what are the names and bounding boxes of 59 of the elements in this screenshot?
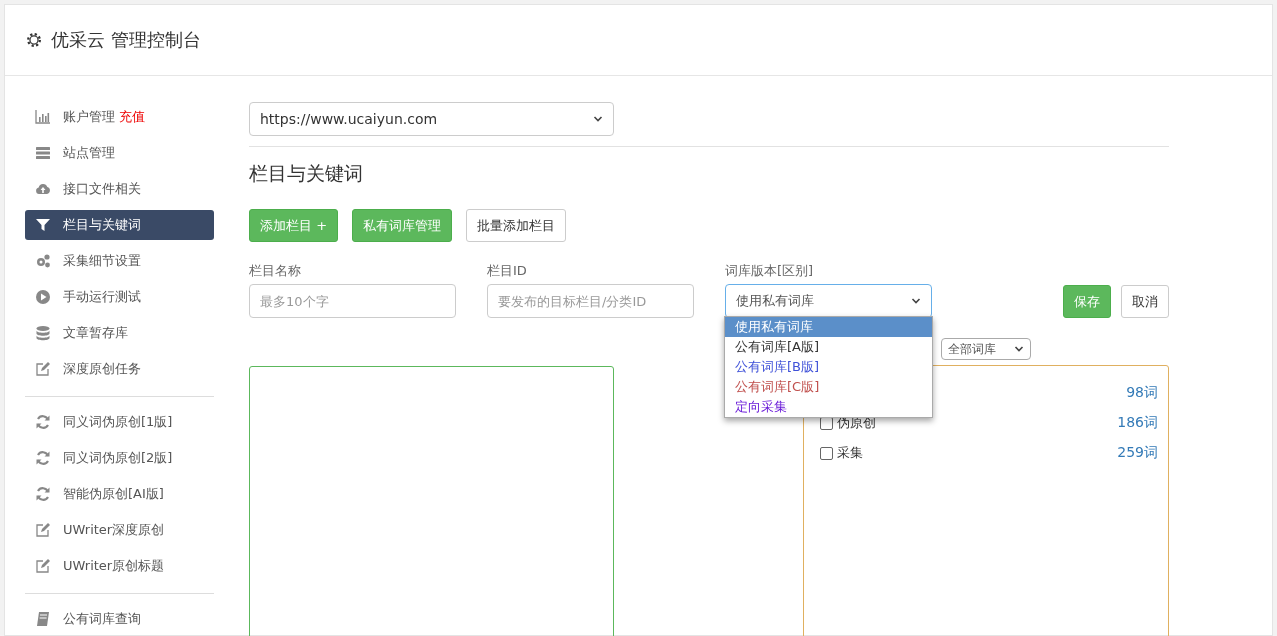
sidebar-item[interactable]: 账户管理 充值 (25, 102, 214, 132)
menu-item-icon (35, 522, 51, 538)
menu-item-icon (35, 145, 51, 161)
menu-item-icon (35, 217, 51, 233)
sidebar-item[interactable]: 同义词伪原创[2版] (25, 443, 214, 473)
version-select[interactable]: 使用私有词库 (725, 284, 932, 318)
checkbox[interactable] (820, 446, 833, 460)
option-label: 公有词库[B版] (735, 359, 820, 374)
app-title: 优采云 管理控制台 (51, 28, 201, 52)
library-filter-select[interactable]: 全部词库 (941, 338, 1031, 360)
dropdown-option[interactable]: 定向采集 (725, 397, 932, 417)
library-name: 采集 (837, 444, 863, 462)
site-select[interactable]: https://www.ucaiyun.com (249, 102, 614, 136)
word-count: 186词 (1117, 414, 1158, 432)
sidebar-item[interactable]: UWriter深度原创 (25, 515, 214, 545)
dropdown-option[interactable]: 公有词库[C版] (725, 377, 932, 397)
sidebar-item[interactable]: 文章暂存库 (25, 318, 214, 348)
sidebar-item[interactable]: 接口文件相关 (25, 174, 214, 204)
dropdown-option[interactable]: 公有词库[A版] (725, 337, 932, 357)
menu-item-icon (35, 289, 51, 305)
menu-item-icon (35, 450, 51, 466)
sidebar-item[interactable]: 智能伪原创[AI版] (25, 479, 214, 509)
menu-item-icon (35, 486, 51, 502)
action-button[interactable]: 批量添加栏目 (466, 209, 567, 242)
menu-item-icon (35, 325, 51, 341)
cancel-button[interactable]: 取消 (1121, 285, 1169, 318)
chevron-icon (593, 114, 603, 124)
input-field[interactable]: 要发布的目标栏目/分类ID (487, 284, 694, 318)
recharge-link[interactable]: 充值 (119, 108, 145, 126)
sidebar-item[interactable]: UWriter原创标题 (25, 551, 214, 581)
sidebar-item[interactable]: 同义词伪原创[1版] (25, 407, 214, 437)
option-label: 使用私有词库 (735, 319, 813, 334)
option-label: 公有词库[A版] (735, 339, 820, 354)
sidebar-item[interactable]: 公有词库查询 (25, 604, 214, 634)
word-count: 98词 (1126, 384, 1158, 402)
chevron-icon (1014, 344, 1024, 354)
menu-item-icon (35, 253, 51, 269)
sidebar-item[interactable]: 站点管理 (25, 138, 214, 168)
menu-item-icon (35, 109, 51, 125)
sidebar-item[interactable]: 栏目与关键词 (25, 210, 214, 240)
field-label: 栏目ID (487, 262, 528, 280)
sidebar-item[interactable]: 采集细节设置 (25, 246, 214, 276)
menu-item-icon (35, 611, 51, 627)
word-count: 259词 (1117, 444, 1158, 462)
sidebar-item[interactable]: 手动运行测试 (25, 282, 214, 312)
input-field[interactable]: 最多10个字 (249, 284, 456, 318)
sidebar-item[interactable]: 深度原创任务 (25, 354, 214, 384)
field-label: 词库版本[区别] (725, 262, 815, 280)
field-label: 栏目名称 (249, 262, 302, 280)
settings-icon (25, 31, 43, 49)
option-label: 定向采集 (735, 399, 787, 414)
chevron-icon (911, 296, 921, 306)
dropdown-option[interactable]: 公有词库[B版] (725, 357, 932, 377)
menu-item-icon (35, 558, 51, 574)
menu-item-icon (35, 361, 51, 377)
menu-item-icon (35, 181, 51, 197)
section-title: 栏目与关键词 (249, 161, 364, 186)
menu-item-icon (35, 414, 51, 430)
option-label: 公有词库[C版] (735, 379, 820, 394)
